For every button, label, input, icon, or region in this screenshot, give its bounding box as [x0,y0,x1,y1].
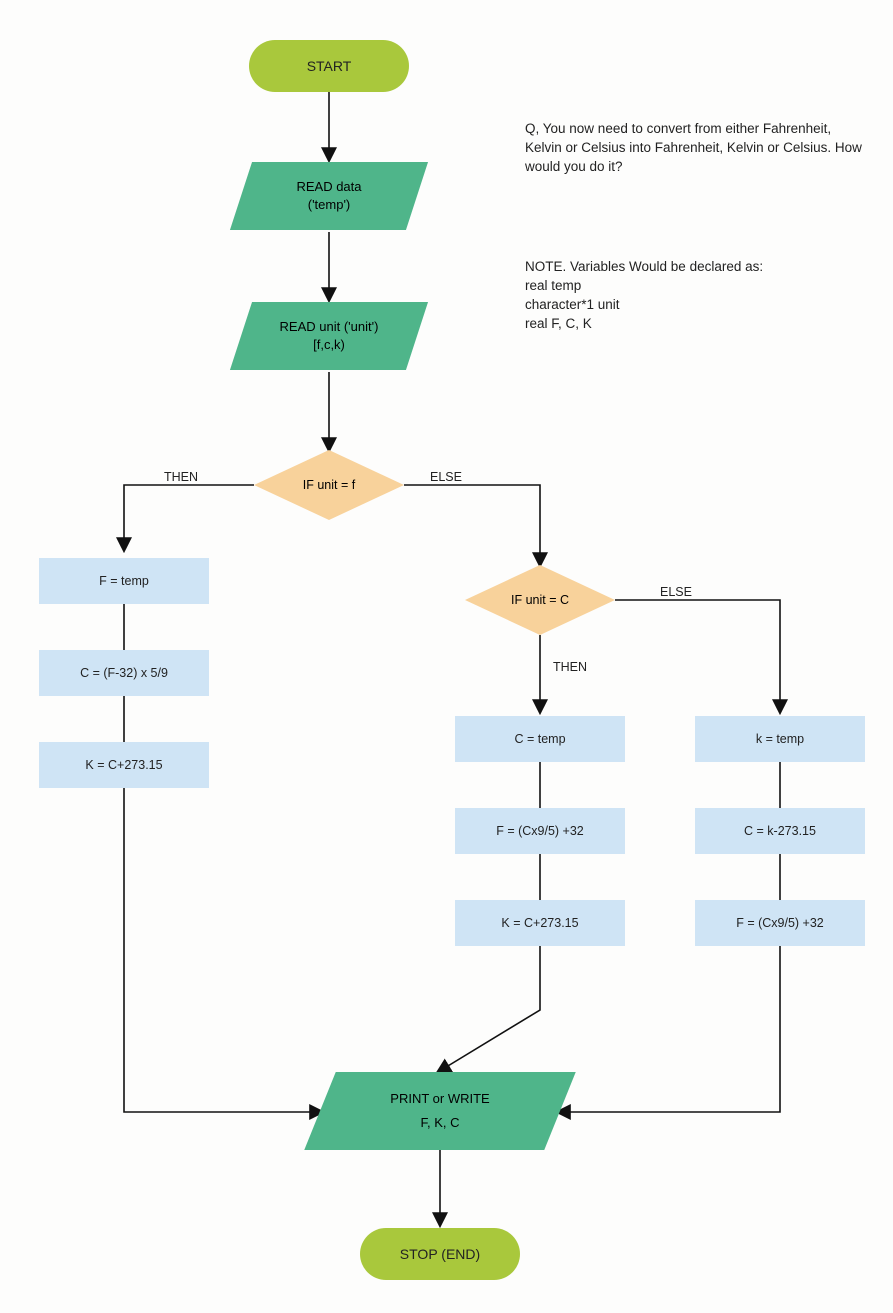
read-data-line1: READ data [296,178,361,196]
question-annotation: Q, You now need to convert from either F… [525,120,865,177]
read-data-line2: ('temp') [308,196,351,214]
else-label-1: ELSE [430,470,462,484]
start-terminator: START [249,40,409,92]
then-label-2: THEN [553,660,587,674]
f-from-c2-process: F = (Cx9/5) +32 [695,900,865,946]
note-line4: real F, C, K [525,315,763,334]
read-unit-line1: READ unit ('unit') [280,318,379,336]
note-line1: NOTE. Variables Would be declared as: [525,258,763,277]
k-from-c1-process: K = C+273.15 [39,742,209,788]
print-io: PRINT or WRITE F, K, C [320,1072,560,1150]
f-eq-temp-label: F = temp [99,574,149,588]
k-eq-temp-label: k = temp [756,732,804,746]
f-from-c1-process: F = (Cx9/5) +32 [455,808,625,854]
c-from-f-label: C = (F-32) x 5/9 [80,666,168,680]
then-label-1: THEN [164,470,198,484]
c-from-f-process: C = (F-32) x 5/9 [39,650,209,696]
if-unit-c-label: IF unit = C [511,593,569,607]
print-line2: F, K, C [420,1114,459,1132]
else-label-2: ELSE [660,585,692,599]
read-unit-io: READ unit ('unit') [f,c,k) [241,302,417,370]
stop-terminator: STOP (END) [360,1228,520,1280]
k-from-c2-process: K = C+273.15 [455,900,625,946]
k-from-c1-label: K = C+273.15 [85,758,162,772]
if-unit-c-decision: IF unit = C [465,565,615,635]
c-from-k-label: C = k-273.15 [744,824,816,838]
read-unit-line2: [f,c,k) [313,336,345,354]
read-data-io: READ data ('temp') [241,162,417,230]
f-from-c1-label: F = (Cx9/5) +32 [496,824,584,838]
if-unit-f-label: IF unit = f [303,478,355,492]
question-text: Q, You now need to convert from either F… [525,121,862,174]
if-unit-f-decision: IF unit = f [254,450,404,520]
c-eq-temp-label: C = temp [514,732,565,746]
c-eq-temp-process: C = temp [455,716,625,762]
note-annotation: NOTE. Variables Would be declared as: re… [525,258,763,334]
print-line1: PRINT or WRITE [390,1090,489,1108]
stop-label: STOP (END) [400,1246,480,1262]
k-from-c2-label: K = C+273.15 [501,916,578,930]
note-line3: character*1 unit [525,296,763,315]
note-line2: real temp [525,277,763,296]
k-eq-temp-process: k = temp [695,716,865,762]
f-eq-temp-process: F = temp [39,558,209,604]
start-label: START [307,58,352,74]
c-from-k-process: C = k-273.15 [695,808,865,854]
f-from-c2-label: F = (Cx9/5) +32 [736,916,824,930]
